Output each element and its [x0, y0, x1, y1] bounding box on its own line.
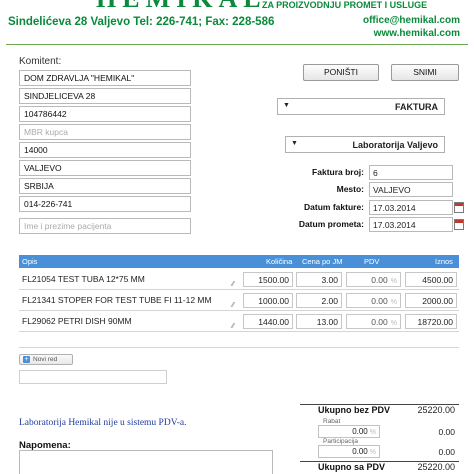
- item-vat[interactable]: 0.00%: [346, 293, 401, 308]
- header-divider: [6, 44, 468, 45]
- participation-value: 0.00: [438, 447, 455, 457]
- invoice-date-field[interactable]: 17.03.2014: [369, 200, 453, 215]
- calendar-icon[interactable]: [454, 219, 464, 230]
- save-button[interactable]: SNIMI: [391, 64, 459, 81]
- add-row-button[interactable]: Novi red: [19, 354, 73, 365]
- item-description[interactable]: FL21341 STOPER FOR TEST TUBE FI 11-12 MM: [19, 293, 241, 308]
- patient-name-field[interactable]: Ime i prezime pacijenta: [19, 218, 191, 234]
- company-address: Sindelićeva 28 Valjevo Tel: 226-741; Fax…: [8, 16, 275, 28]
- laboratory-select[interactable]: ▼ Laboratorija Valjevo: [285, 136, 445, 153]
- invoice-date-label: Datum fakture:: [304, 202, 364, 212]
- resize-grip-icon[interactable]: ⁄⁄: [232, 302, 234, 309]
- table-row: FL21054 TEST TUBA 12*75 MM ⁄⁄ 1500.00 3.…: [19, 269, 459, 290]
- column-opis: Opis: [22, 257, 38, 266]
- cancel-button[interactable]: PONIŠTI: [303, 64, 379, 81]
- document-type-value: FAKTURA: [395, 102, 438, 112]
- item-quantity[interactable]: 1000.00: [243, 293, 293, 308]
- item-amount: 18720.00: [405, 314, 457, 329]
- table-row: FL29062 PETRI DISH 90MM ⁄⁄ 1440.00 13.00…: [19, 311, 459, 332]
- table-row-empty[interactable]: [19, 334, 459, 348]
- customer-label: Komitent:: [19, 56, 62, 67]
- customer-city-field[interactable]: VALJEVO: [19, 160, 191, 176]
- resize-grip-icon[interactable]: ⁄⁄: [232, 323, 234, 330]
- total-without-vat-value: 25220.00: [417, 405, 455, 415]
- participation-field[interactable]: 0.00%: [318, 445, 380, 458]
- customer-pib-field[interactable]: 104786442: [19, 106, 191, 122]
- column-iznos: Iznos: [435, 257, 453, 266]
- item-quantity[interactable]: 1440.00: [243, 314, 293, 329]
- total-without-vat-label: Ukupno bez PDV: [318, 405, 391, 415]
- item-price[interactable]: 3.00: [296, 272, 342, 287]
- vat-note: Laboratorija Hemikal nije u sistemu PDV-…: [19, 418, 187, 428]
- customer-mbr-field[interactable]: MBR kupca: [19, 124, 191, 140]
- dropdown-arrow-icon: ▼: [291, 140, 298, 147]
- table-row: FL21341 STOPER FOR TEST TUBE FI 11-12 MM…: [19, 290, 459, 311]
- discount-label: Rabat: [323, 418, 341, 425]
- customer-country-field[interactable]: SRBIJA: [19, 178, 191, 194]
- resize-grip-icon[interactable]: ⁄⁄: [232, 281, 234, 288]
- discount-field[interactable]: 0.00%: [318, 425, 380, 438]
- discount-value: 0.00: [438, 427, 455, 437]
- participation-label: Participacija: [323, 438, 359, 445]
- invoice-place-field[interactable]: VALJEVO: [369, 182, 453, 197]
- item-vat[interactable]: 0.00%: [346, 314, 401, 329]
- company-email: office@hemikal.com: [362, 15, 460, 26]
- document-type-select[interactable]: ▼ FAKTURA: [277, 98, 445, 115]
- customer-street-field[interactable]: SINDJELICEVA 28: [19, 88, 191, 104]
- item-amount: 2000.00: [405, 293, 457, 308]
- section-box: [19, 370, 167, 384]
- column-kolicina: Količina: [266, 257, 293, 266]
- customer-name-field[interactable]: DOM ZDRAVLJA "HEMIKAL": [19, 70, 191, 86]
- item-description[interactable]: FL21054 TEST TUBA 12*75 MM: [19, 272, 241, 287]
- customer-zip-field[interactable]: 14000: [19, 142, 191, 158]
- laboratory-value: Laboratorija Valjevo: [352, 140, 438, 150]
- letterhead: HEMIKAL ZA PROIZVODNJU PROMET I USLUGE S…: [0, 0, 474, 42]
- calendar-icon[interactable]: [454, 202, 464, 213]
- items-table-header: Opis Količina Cena po JM PDV Iznos: [19, 255, 459, 268]
- item-price[interactable]: 2.00: [296, 293, 342, 308]
- column-pdv: PDV: [364, 257, 380, 266]
- remarks-textarea[interactable]: [19, 450, 273, 474]
- service-date-label: Datum prometa:: [298, 219, 364, 229]
- company-website: www.hemikal.com: [373, 28, 460, 39]
- item-vat[interactable]: 0.00%: [346, 272, 401, 287]
- column-cena: Cena po JM: [302, 257, 343, 266]
- total-with-vat-value: 25220.00: [417, 462, 455, 472]
- company-subtitle: ZA PROIZVODNJU PROMET I USLUGE: [262, 0, 428, 10]
- item-quantity[interactable]: 1500.00: [243, 272, 293, 287]
- item-price[interactable]: 13.00: [296, 314, 342, 329]
- invoice-number-field[interactable]: 6: [369, 165, 453, 180]
- service-date-field[interactable]: 17.03.2014: [369, 217, 453, 232]
- customer-phone-field[interactable]: 014-226-741: [19, 196, 191, 212]
- total-with-vat-label: Ukupno sa PDV: [318, 462, 386, 472]
- item-amount: 4500.00: [405, 272, 457, 287]
- company-logo: HEMIKAL: [96, 0, 267, 14]
- dropdown-arrow-icon: ▼: [283, 102, 290, 109]
- invoice-place-label: Mesto:: [336, 184, 364, 194]
- item-description[interactable]: FL29062 PETRI DISH 90MM: [19, 314, 241, 329]
- invoice-number-label: Faktura broj:: [312, 167, 364, 177]
